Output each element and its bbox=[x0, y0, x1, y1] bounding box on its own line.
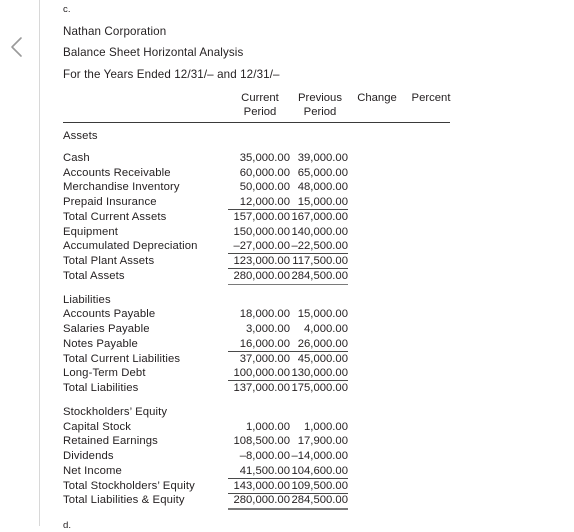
column-header-percent: Percent bbox=[411, 92, 451, 104]
cell-previous-period: 26,000.00 bbox=[297, 337, 348, 350]
total-rule-below bbox=[228, 283, 290, 286]
cell-previous-period: 17,900.00 bbox=[297, 435, 348, 448]
statement-row-label: Total Current Liabilities bbox=[63, 352, 181, 365]
total-rule-below bbox=[228, 508, 290, 510]
chevron-left-icon bbox=[6, 34, 28, 60]
statement-row-label: Total Liabilities bbox=[63, 382, 139, 394]
column-header-previous-line2: Period bbox=[303, 106, 337, 118]
cell-previous-period: 1,000.00 bbox=[304, 420, 348, 433]
statement-row-label: Accumulated Depreciation bbox=[63, 240, 198, 253]
statement-row-label: Total Liabilities & Equity bbox=[63, 494, 185, 507]
statement-title: Balance Sheet Horizontal Analysis bbox=[63, 46, 244, 59]
left-nav-rail bbox=[0, 0, 40, 526]
header-divider bbox=[63, 122, 450, 123]
statement-row-label: Cash bbox=[63, 151, 90, 164]
statement-row-label: Accounts Payable bbox=[63, 308, 156, 321]
statement-row-label: Total Stockholders’ Equity bbox=[63, 479, 195, 492]
cell-previous-period: 48,000.00 bbox=[297, 181, 348, 194]
statement-row-label: Retained Earnings bbox=[63, 435, 158, 448]
cell-previous-period: 175,000.00 bbox=[291, 382, 348, 394]
statement-row-label: Net Income bbox=[63, 464, 122, 477]
section-heading: Assets bbox=[63, 130, 98, 142]
cell-previous-period: 117,500.00 bbox=[292, 255, 348, 267]
cell-previous-period: 39,000.00 bbox=[297, 151, 348, 164]
section-heading: Liabilities bbox=[63, 293, 111, 306]
cell-previous-period: 284,500.00 bbox=[291, 494, 348, 507]
cell-previous-period: –22,500.00 bbox=[291, 240, 348, 253]
statement-row-label: Accounts Receivable bbox=[63, 166, 171, 179]
cell-previous-period: 104,600.00 bbox=[291, 464, 348, 477]
statement-row-label: Long-Term Debt bbox=[63, 367, 146, 380]
total-rule-below bbox=[286, 508, 348, 510]
statement-row-label: Prepaid Insurance bbox=[63, 196, 157, 208]
statement-row-label: Total Plant Assets bbox=[63, 255, 155, 267]
cell-previous-period: 4,000.00 bbox=[304, 323, 348, 335]
statement-row-label: Equipment bbox=[63, 225, 119, 238]
total-rule-below bbox=[286, 283, 348, 286]
statement-row-label: Dividends bbox=[63, 450, 114, 462]
total-rule-above bbox=[286, 492, 348, 494]
cell-previous-period: 65,000.00 bbox=[297, 166, 348, 179]
total-rule-above bbox=[228, 492, 290, 494]
statement-row-label: Salaries Payable bbox=[63, 323, 150, 335]
total-rule-above bbox=[286, 268, 348, 270]
cell-previous-period: 109,500.00 bbox=[291, 479, 348, 492]
statement-row-label: Capital Stock bbox=[63, 420, 132, 433]
cell-previous-period: 130,000.00 bbox=[291, 367, 348, 380]
section-heading: Stockholders’ Equity bbox=[63, 405, 168, 418]
company-name: Nathan Corporation bbox=[63, 25, 167, 38]
total-rule-above bbox=[228, 268, 290, 270]
cell-previous-period: 45,000.00 bbox=[297, 352, 348, 365]
cell-previous-period: 15,000.00 bbox=[297, 196, 348, 208]
statement-row-label: Notes Payable bbox=[63, 337, 138, 350]
statement-period: For the Years Ended 12/31/– and 12/31/– bbox=[63, 68, 280, 81]
cell-previous-period: –14,000.00 bbox=[291, 450, 348, 462]
part-letter-c: c. bbox=[63, 4, 71, 15]
document-page: c. Nathan Corporation Balance Sheet Hori… bbox=[39, 0, 574, 531]
statement-row-label: Merchandise Inventory bbox=[63, 181, 180, 194]
cell-previous-period: 167,000.00 bbox=[291, 210, 348, 223]
previous-page-button[interactable] bbox=[6, 34, 28, 60]
statement-row-label: Total Current Assets bbox=[63, 210, 167, 223]
cell-previous-period: 140,000.00 bbox=[291, 225, 348, 238]
cell-previous-period: 15,000.00 bbox=[297, 308, 348, 321]
statement-row-label: Total Assets bbox=[63, 269, 125, 282]
cell-previous-period: 284,500.00 bbox=[291, 269, 348, 282]
